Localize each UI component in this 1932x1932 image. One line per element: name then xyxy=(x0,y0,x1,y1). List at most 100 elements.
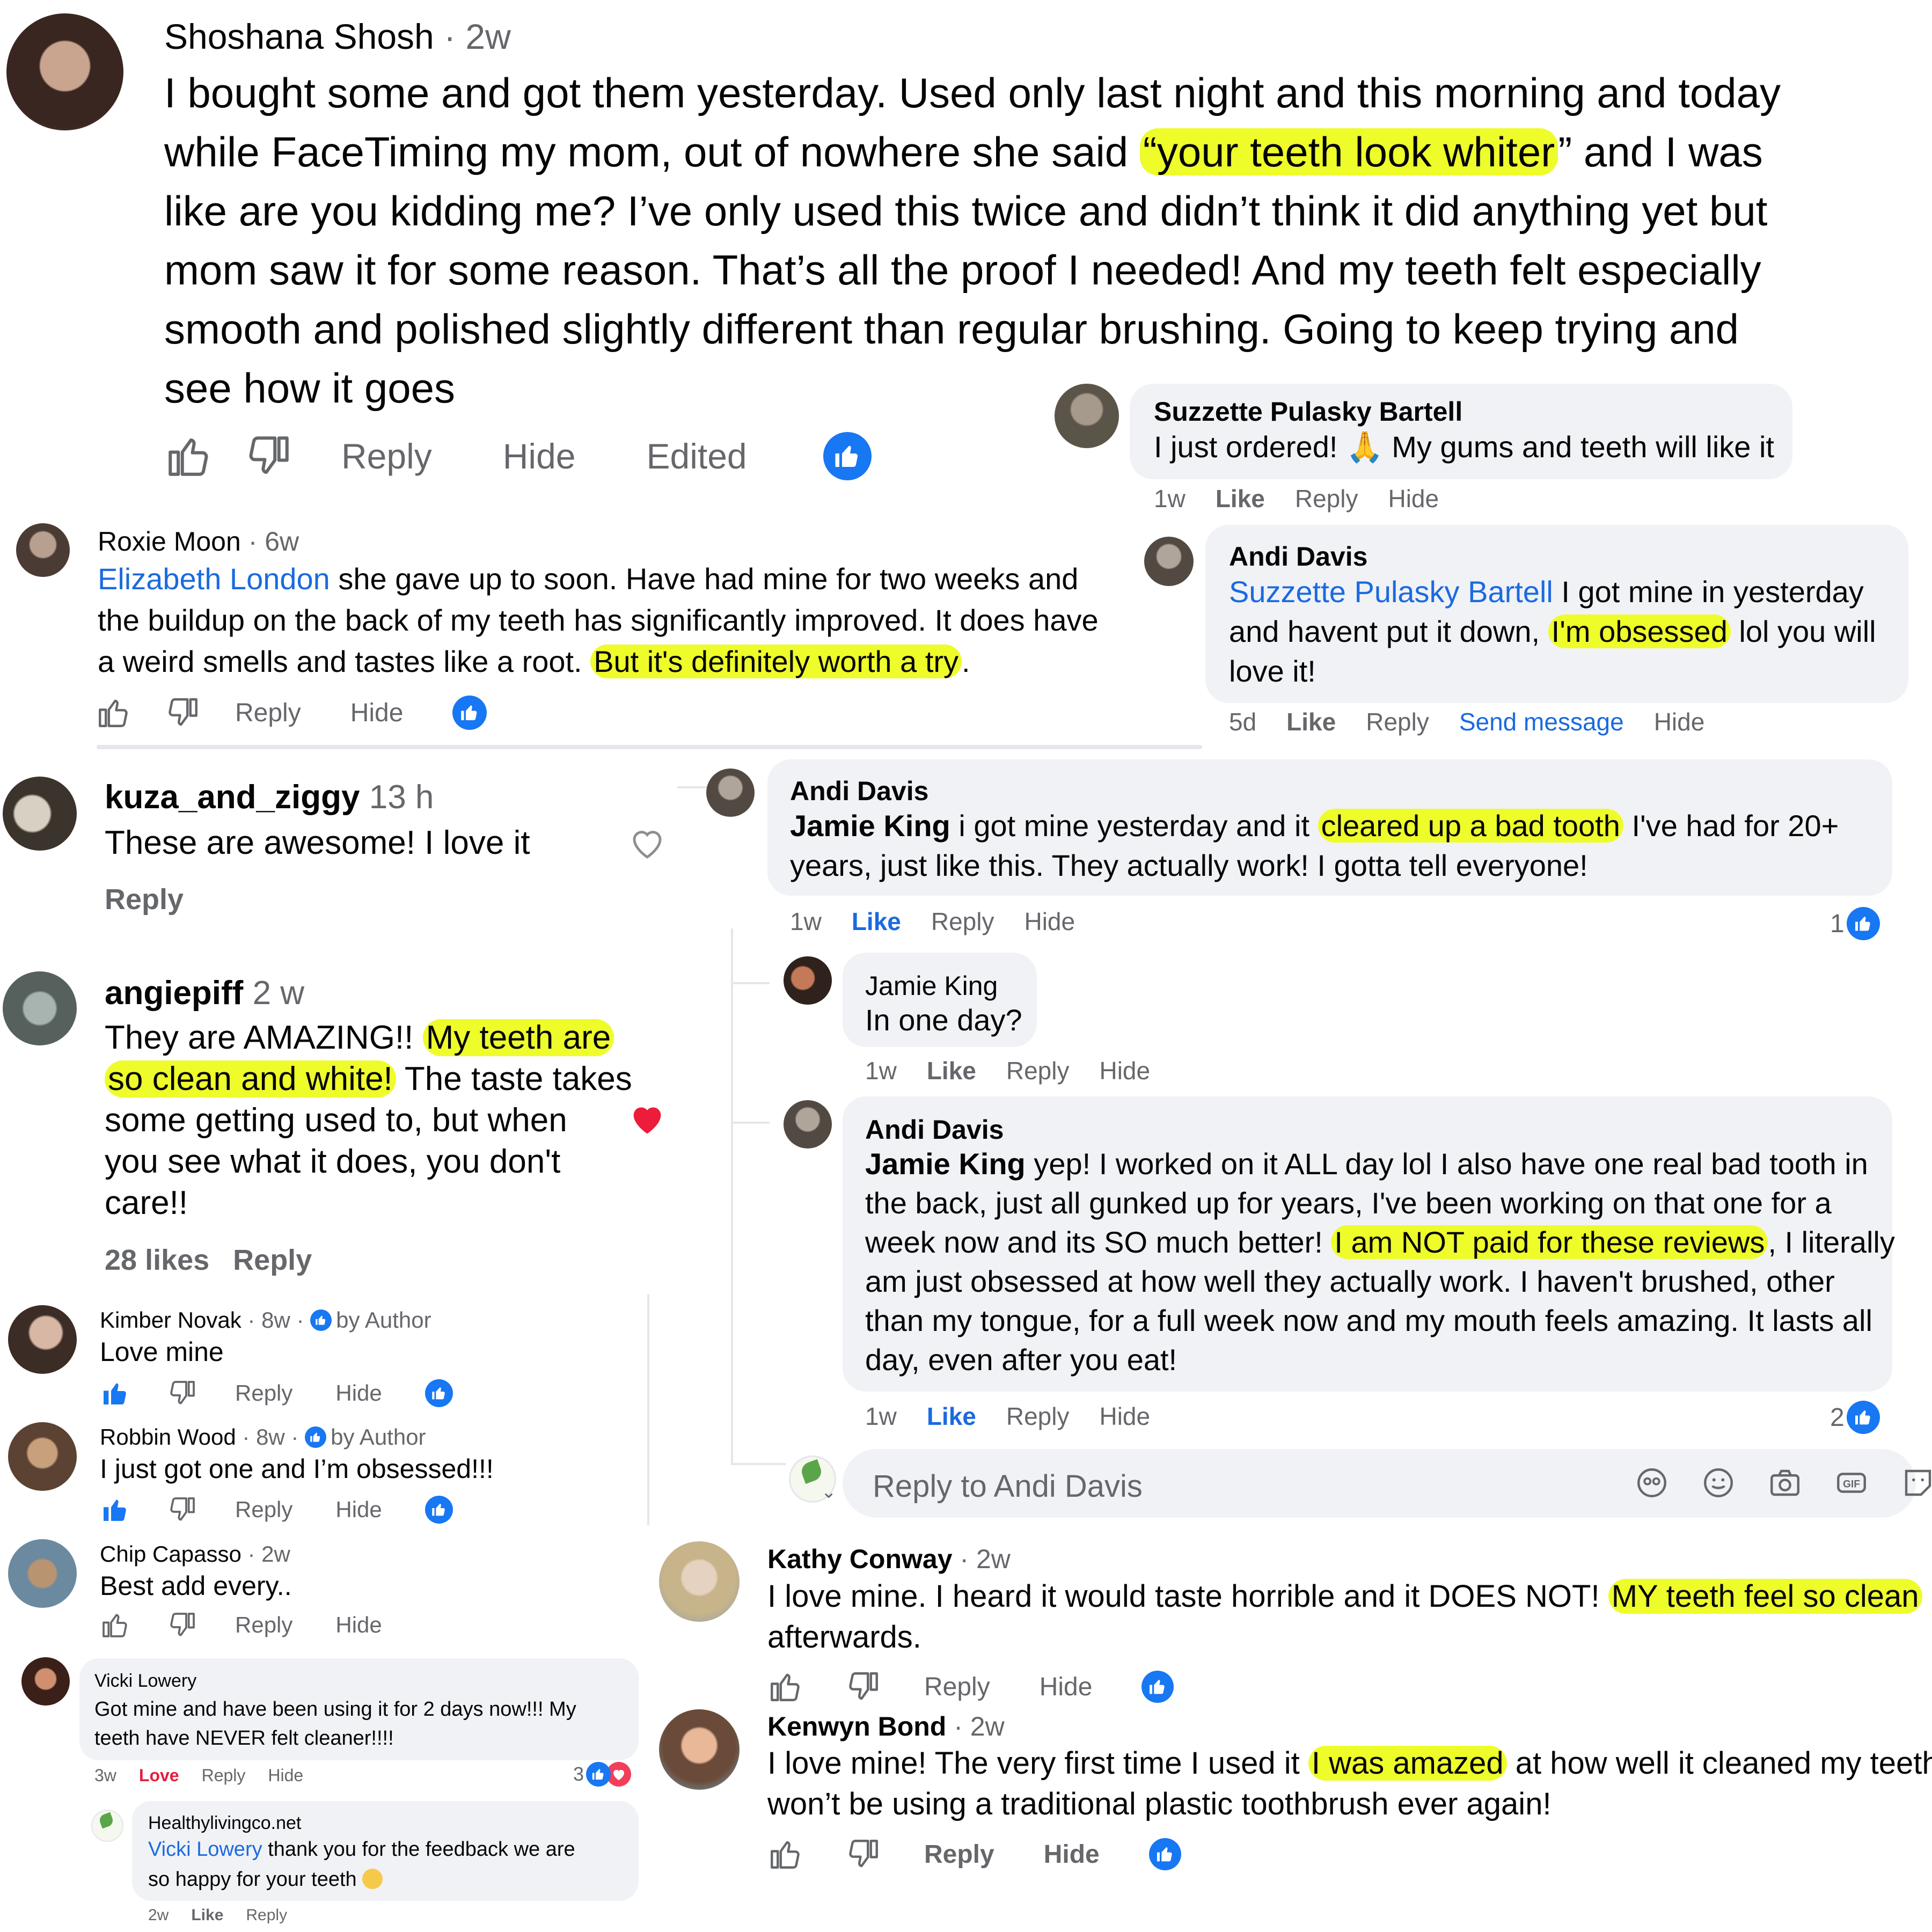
author-name[interactable]: Jamie King xyxy=(865,970,998,1001)
hide-button[interactable]: Hide xyxy=(335,1497,382,1523)
hide-button[interactable]: Hide xyxy=(1040,1672,1093,1702)
hide-button[interactable]: Hide xyxy=(503,436,576,477)
mention-link[interactable]: Suzzette Pulasky Bartell xyxy=(1229,575,1553,609)
timestamp[interactable]: 2w xyxy=(970,1711,1005,1741)
like-icon[interactable] xyxy=(100,1495,130,1525)
avatar[interactable] xyxy=(8,1422,77,1491)
timestamp[interactable]: 8w xyxy=(261,1307,290,1333)
avatar[interactable] xyxy=(8,1539,77,1608)
avatar[interactable] xyxy=(659,1541,740,1622)
reply-button[interactable]: Reply xyxy=(924,1672,990,1702)
hide-button[interactable]: Hide xyxy=(1099,1056,1150,1085)
heart-icon[interactable] xyxy=(628,823,667,862)
avatar[interactable] xyxy=(1144,537,1194,586)
like-button[interactable]: Like xyxy=(852,907,901,936)
reply-button[interactable]: Reply xyxy=(235,1497,292,1523)
author-name[interactable]: Robbin Wood xyxy=(100,1424,236,1450)
like-icon[interactable] xyxy=(767,1669,803,1704)
author-name[interactable]: Andi Davis xyxy=(865,1114,1004,1145)
author-name[interactable]: Vicki Lowery xyxy=(94,1671,196,1692)
dislike-icon[interactable] xyxy=(846,1836,881,1872)
like-icon[interactable] xyxy=(767,1836,803,1872)
timestamp[interactable]: 2 w xyxy=(253,975,304,1012)
author-name[interactable]: Andi Davis xyxy=(790,775,928,807)
avatar-sticker-icon[interactable] xyxy=(1634,1465,1670,1501)
like-button[interactable]: Like xyxy=(1216,484,1265,513)
hide-button[interactable]: Hide xyxy=(1388,484,1439,513)
like-button[interactable]: Like xyxy=(191,1906,223,1924)
dislike-icon[interactable] xyxy=(245,432,293,480)
camera-icon[interactable] xyxy=(1767,1465,1803,1501)
likes-count[interactable]: 28 likes xyxy=(105,1243,209,1277)
mention-link[interactable]: Elizabeth London xyxy=(98,562,330,596)
hide-button[interactable]: Hide xyxy=(335,1612,382,1638)
like-icon[interactable] xyxy=(100,1378,130,1408)
sticker-icon[interactable] xyxy=(1900,1465,1932,1501)
reply-button[interactable]: Reply xyxy=(235,1612,292,1638)
heart-filled-icon[interactable] xyxy=(627,1098,668,1139)
like-button[interactable]: Like xyxy=(927,1056,976,1085)
author-name[interactable]: Suzzette Pulasky Bartell xyxy=(1154,396,1462,427)
timestamp[interactable]: 1w xyxy=(865,1402,897,1431)
hide-button[interactable]: Hide xyxy=(335,1380,382,1406)
timestamp[interactable]: 8w xyxy=(256,1424,285,1450)
dislike-icon[interactable] xyxy=(167,1495,197,1525)
hide-button[interactable]: Hide xyxy=(268,1766,303,1785)
avatar[interactable] xyxy=(1055,384,1119,448)
author-name[interactable]: Roxie Moon xyxy=(98,526,241,557)
dislike-icon[interactable] xyxy=(167,1378,197,1408)
hide-button[interactable]: Hide xyxy=(1024,907,1075,936)
author-name[interactable]: angiepiff xyxy=(105,975,243,1012)
author-name[interactable]: Chip Capasso xyxy=(100,1541,241,1567)
timestamp[interactable]: 2w xyxy=(148,1906,169,1924)
mention-link[interactable]: Jamie King xyxy=(790,809,950,843)
timestamp[interactable]: 2w xyxy=(261,1541,290,1567)
author-name[interactable]: Healthylivingco.net xyxy=(148,1813,301,1834)
reply-button[interactable]: Reply xyxy=(235,1380,292,1406)
like-button[interactable]: Like xyxy=(1286,707,1336,736)
avatar[interactable] xyxy=(659,1709,740,1790)
reply-button[interactable]: Reply xyxy=(233,1243,312,1277)
love-button[interactable]: Love xyxy=(139,1766,179,1785)
reply-button[interactable]: Reply xyxy=(246,1906,287,1924)
like-icon[interactable] xyxy=(164,432,213,480)
like-icon[interactable] xyxy=(100,1610,130,1640)
dislike-icon[interactable] xyxy=(846,1669,881,1704)
avatar[interactable] xyxy=(6,13,123,130)
reply-button[interactable]: Reply xyxy=(1006,1056,1070,1085)
author-name[interactable]: Kenwyn Bond xyxy=(767,1711,946,1741)
emoji-icon[interactable] xyxy=(1701,1465,1736,1501)
avatar[interactable] xyxy=(706,769,755,817)
timestamp[interactable]: 6w xyxy=(265,526,299,557)
avatar[interactable] xyxy=(3,777,77,851)
timestamp[interactable]: 2w xyxy=(465,17,510,56)
reply-button[interactable]: Reply xyxy=(931,907,994,936)
timestamp[interactable]: 1w xyxy=(790,907,822,936)
author-name[interactable]: Shoshana Shosh xyxy=(164,17,434,56)
avatar[interactable] xyxy=(16,523,70,577)
like-icon[interactable] xyxy=(96,695,131,730)
reply-button[interactable]: Reply xyxy=(1295,484,1358,513)
timestamp[interactable]: 1w xyxy=(1154,484,1185,513)
dislike-icon[interactable] xyxy=(167,1610,197,1640)
avatar[interactable] xyxy=(3,971,77,1045)
hide-button[interactable]: Hide xyxy=(350,698,404,728)
reply-button[interactable]: Reply xyxy=(924,1840,994,1869)
reply-button[interactable]: Reply xyxy=(202,1766,246,1785)
hide-button[interactable]: Hide xyxy=(1099,1402,1150,1431)
reply-button[interactable]: Reply xyxy=(105,883,184,916)
send-message-button[interactable]: Send message xyxy=(1459,707,1624,736)
avatar[interactable] xyxy=(784,956,832,1005)
avatar[interactable] xyxy=(784,1100,832,1148)
author-name[interactable]: kuza_and_ziggy xyxy=(105,779,360,816)
author-name[interactable]: Andi Davis xyxy=(1229,541,1367,572)
timestamp[interactable]: 3w xyxy=(94,1766,116,1785)
timestamp[interactable]: 5d xyxy=(1229,707,1256,736)
timestamp[interactable]: 13 h xyxy=(369,779,434,816)
reply-button[interactable]: Reply xyxy=(1366,707,1429,736)
reply-button[interactable]: Reply xyxy=(235,698,301,728)
dislike-icon[interactable] xyxy=(165,695,201,730)
avatar[interactable] xyxy=(21,1657,70,1706)
mention-link[interactable]: Jamie King xyxy=(865,1147,1026,1181)
timestamp[interactable]: 1w xyxy=(865,1056,897,1085)
